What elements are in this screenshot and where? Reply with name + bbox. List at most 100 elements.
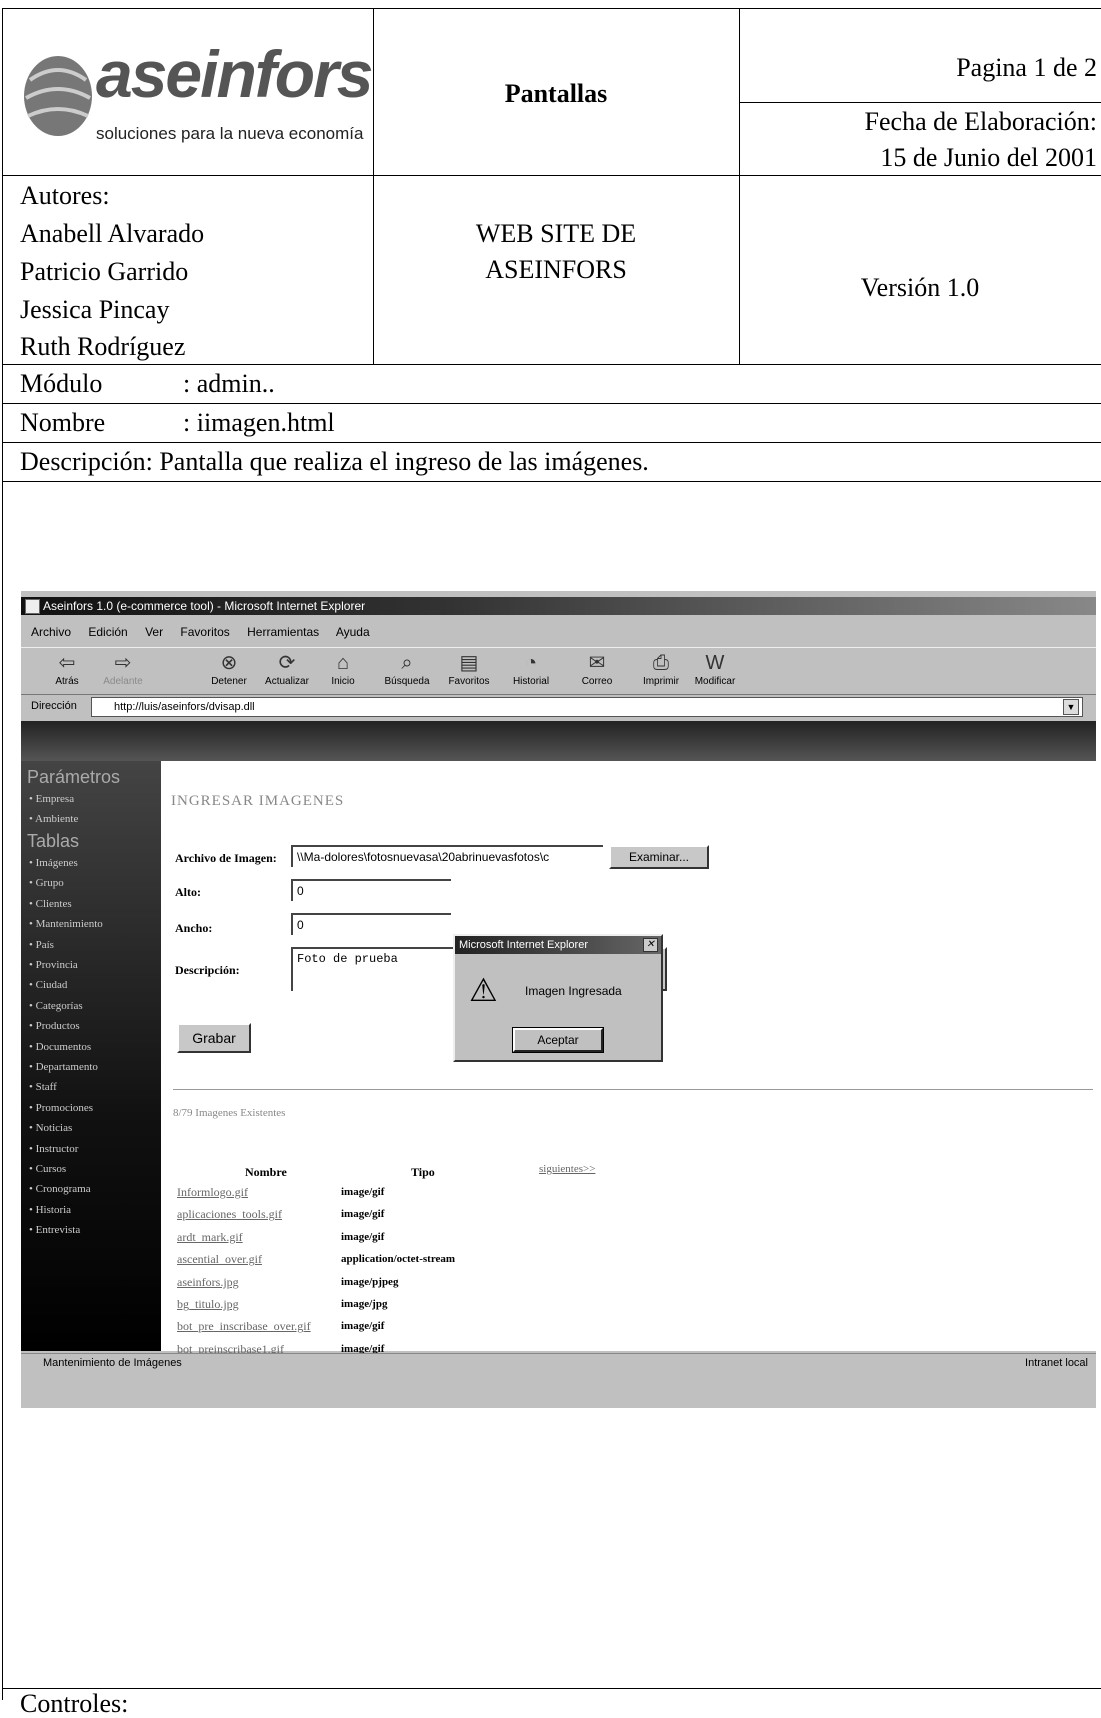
sidebar-item[interactable]: • Historia: [29, 1204, 71, 1216]
version: Versión 1.0: [860, 273, 980, 302]
width-label: Ancho:: [175, 921, 213, 935]
image-row-name[interactable]: ascential_over.gif: [177, 1252, 262, 1267]
height-input[interactable]: 0: [291, 879, 451, 901]
menu-edicion[interactable]: Edición: [88, 625, 127, 639]
menu-ver[interactable]: Ver: [145, 625, 163, 639]
authors-label: Autores:: [20, 181, 110, 210]
image-row-type: application/octet-stream: [341, 1253, 456, 1266]
save-button[interactable]: Grabar: [177, 1023, 251, 1053]
sidebar-item[interactable]: • País: [29, 939, 54, 951]
mail-icon: ✉: [588, 652, 606, 674]
sidebar-item[interactable]: • Provincia: [29, 959, 78, 971]
status-bar: Mantenimiento de Imágenes Intranet local: [21, 1353, 1096, 1374]
sidebar-item[interactable]: • Clientes: [29, 898, 72, 910]
address-input[interactable]: http://luis/aseinfors/dvisap.dll ▼: [91, 697, 1083, 717]
sidebar-item[interactable]: • Empresa: [29, 793, 74, 805]
width-input[interactable]: 0: [291, 913, 451, 935]
sidebar-item[interactable]: • Cursos: [29, 1163, 66, 1175]
sidebar-item[interactable]: • Productos: [29, 1020, 80, 1032]
sidebar-item[interactable]: • Ciudad: [29, 979, 67, 991]
image-row-name[interactable]: aplicaciones_tools.gif: [177, 1207, 282, 1222]
menu-herramientas[interactable]: Herramientas: [247, 625, 319, 639]
toolbar-mail-button[interactable]: ✉ Correo: [567, 652, 627, 687]
author-2: Patricio Garrido: [20, 257, 189, 286]
next-link[interactable]: siguientes>>: [539, 1163, 595, 1175]
author-3: Jessica Pincay: [20, 295, 170, 324]
sidebar-item[interactable]: • Ambiente: [29, 813, 78, 825]
controls-label: Controles:: [20, 1689, 129, 1718]
aseinfors-logo: aseinfors soluciones para la nueva econo…: [20, 37, 380, 164]
file-input[interactable]: \\Ma-dolores\fotosnuevasa\20abrinuevasfo…: [291, 845, 603, 867]
warning-icon: ⚠: [469, 972, 498, 1008]
dialog-title: Microsoft Internet Explorer: [459, 939, 588, 951]
name-label: Nombre: [20, 408, 106, 437]
dialog-close-icon[interactable]: ✕: [643, 938, 658, 952]
toolbar-print-button[interactable]: ⎙ Imprimir: [631, 652, 691, 687]
module-label: Módulo: [20, 369, 103, 398]
image-row-name[interactable]: ardt_mark.gif: [177, 1230, 243, 1245]
sidebar-section-parametros: Parámetros: [27, 767, 121, 787]
image-row-name[interactable]: bg_titulo.jpg: [177, 1297, 239, 1312]
sidebar-item[interactable]: • Instructor: [29, 1143, 78, 1155]
sidebar-item[interactable]: • Promociones: [29, 1102, 93, 1114]
menu-archivo[interactable]: Archivo: [31, 625, 71, 639]
sidebar-item[interactable]: • Departamento: [29, 1061, 98, 1073]
forward-arrow-icon: ⇨: [114, 652, 132, 674]
sidebar-item[interactable]: • Staff: [29, 1081, 57, 1093]
browser-title: Aseinfors 1.0 (e-commerce tool) - Micros…: [43, 599, 366, 613]
toolbar-back-arrow-button[interactable]: ⇦ Atrás: [37, 652, 97, 687]
sidebar-item[interactable]: • Noticias: [29, 1122, 72, 1134]
sidebar-item[interactable]: • Imágenes: [29, 857, 78, 869]
toolbar-label: Favoritos: [448, 676, 490, 687]
image-row-type: image/gif: [341, 1230, 385, 1243]
rule-description-bottom: [2, 481, 1101, 482]
browser-toolbar: ⇦ Atrás ⇨ Adelante ⊗ Detener ⟳ Actualizar ⌂ Inici…: [21, 647, 1096, 695]
home-icon: ⌂: [336, 652, 350, 674]
menu-favoritos[interactable]: Favoritos: [180, 625, 229, 639]
sidebar-item[interactable]: • Entrevista: [29, 1224, 80, 1236]
desc-label: Descripción:: [175, 963, 240, 977]
section-divider: [173, 1089, 1093, 1090]
image-row-name[interactable]: bot_pre_inscribase_over.gif: [177, 1319, 311, 1334]
project-title-line1: WEB SITE DE: [475, 219, 637, 248]
dialog-titlebar: Microsoft Internet Explorer ✕: [455, 936, 661, 954]
col-name-header: Nombre: [245, 1165, 287, 1179]
description: Descripción: Pantalla que realiza el ing…: [20, 447, 649, 476]
address-dropdown-icon[interactable]: ▼: [1063, 699, 1079, 715]
dialog-ok-button[interactable]: Aceptar: [512, 1027, 604, 1053]
page-number: Pagina 1 de 2: [956, 53, 1097, 82]
sidebar-item[interactable]: • Grupo: [29, 877, 64, 889]
menu-ayuda[interactable]: Ayuda: [336, 625, 370, 639]
sidebar-item[interactable]: • Categorías: [29, 1000, 83, 1012]
toolbar-refresh-button[interactable]: ⟳ Actualizar: [257, 652, 317, 687]
status-right: Intranet local: [1025, 1357, 1088, 1369]
sidebar-item[interactable]: • Mantenimiento: [29, 918, 103, 930]
address-bar: Dirección http://luis/aseinfors/dvisap.d…: [21, 695, 1096, 719]
ie-window-icon: [25, 599, 40, 614]
browser-menubar: Archivo Edición Ver Favoritos Herramient…: [31, 625, 384, 639]
favorites-icon: ▤: [459, 652, 479, 674]
toolbar-favorites-button[interactable]: ▤ Favoritos: [439, 652, 499, 687]
toolbar-stop-button[interactable]: ⊗ Detener: [199, 652, 259, 687]
toolbar-forward-arrow-button[interactable]: ⇨ Adelante: [93, 652, 153, 687]
browse-button[interactable]: Examinar...: [609, 845, 709, 869]
sidebar-item[interactable]: • Cronograma: [29, 1183, 91, 1195]
toolbar-history-button[interactable]: ◔ Historial: [501, 652, 561, 687]
toolbar-label: Historial: [512, 676, 550, 687]
toolbar-label: Adelante: [103, 676, 143, 687]
rule-top: [2, 8, 1101, 9]
image-row-name[interactable]: Informlogo.gif: [177, 1185, 248, 1200]
sidebar-item[interactable]: • Documentos: [29, 1041, 91, 1053]
toolbar-label: Inicio: [331, 676, 355, 687]
toolbar-edit-button[interactable]: W Modificar: [685, 652, 745, 687]
image-row-type: image/pjpeg: [341, 1275, 399, 1288]
col-type-header: Tipo: [411, 1165, 435, 1179]
history-icon: ◔: [524, 652, 538, 674]
dialog-message: Imagen Ingresada: [525, 984, 622, 998]
image-row-type: image/gif: [341, 1208, 385, 1221]
logo-globe-icon: [24, 56, 92, 136]
toolbar-search-button[interactable]: ⌕ Búsqueda: [377, 652, 437, 687]
image-row-name[interactable]: aseinfors.jpg: [177, 1275, 239, 1290]
address-label: Dirección: [31, 700, 77, 712]
toolbar-home-button[interactable]: ⌂ Inicio: [313, 652, 373, 687]
